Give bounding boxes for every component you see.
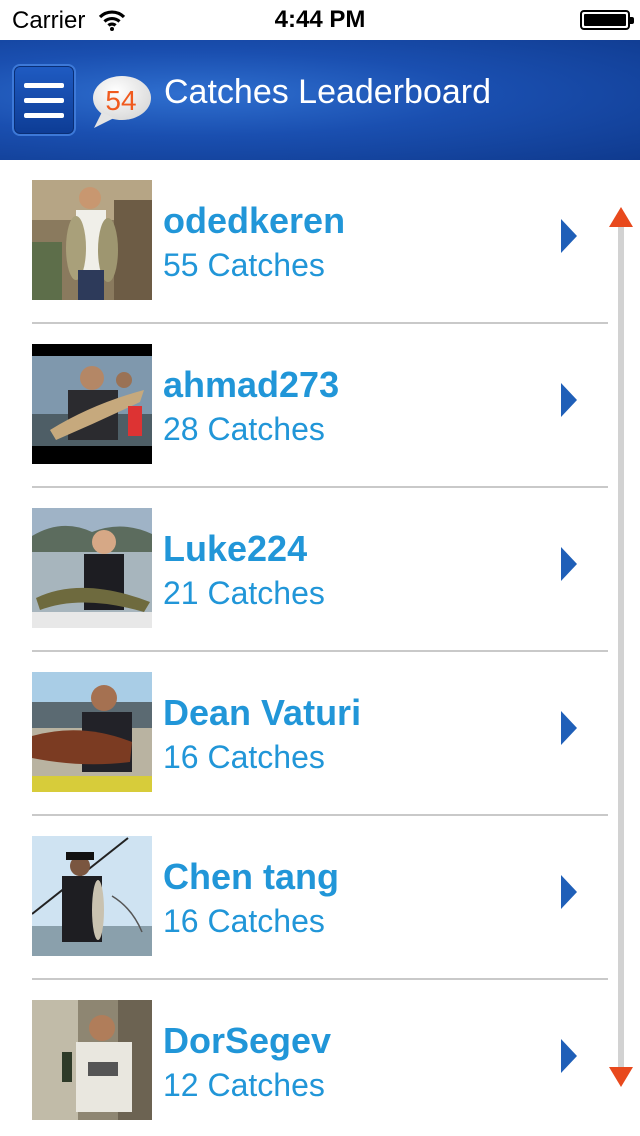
page-title: Catches Leaderboard bbox=[164, 73, 492, 111]
hamburger-menu-icon bbox=[24, 83, 64, 88]
user-avatar bbox=[32, 836, 152, 956]
username: ahmad273 bbox=[163, 364, 340, 405]
leaderboard-row[interactable]: odedkeren 55 Catches bbox=[0, 160, 608, 324]
leaderboard-row[interactable]: Chen tang 16 Catches bbox=[0, 816, 608, 980]
username: DorSegev bbox=[163, 1020, 332, 1061]
scroll-up-arrow-icon[interactable] bbox=[608, 206, 634, 228]
catch-total: 16 Catches bbox=[163, 739, 325, 775]
chevron-right-icon bbox=[561, 547, 577, 581]
leaderboard-list[interactable]: odedkeren 55 Catches ahmad273 28 Catches bbox=[0, 160, 640, 1136]
leaderboard-row[interactable]: Dean Vaturi 16 Catches bbox=[0, 652, 608, 816]
chevron-right-icon bbox=[561, 383, 577, 417]
chevron-right-icon bbox=[561, 875, 577, 909]
user-avatar bbox=[32, 672, 152, 792]
catch-total: 16 Catches bbox=[163, 903, 325, 939]
chevron-right-icon bbox=[561, 219, 577, 253]
scroll-track[interactable] bbox=[618, 220, 624, 1072]
status-bar: Carrier 4:44 PM bbox=[0, 0, 640, 40]
leaderboard-row[interactable]: ahmad273 28 Catches bbox=[0, 324, 608, 488]
username: Luke224 bbox=[163, 528, 308, 569]
username: odedkeren bbox=[163, 200, 346, 241]
leaderboard-row[interactable]: Luke224 21 Catches bbox=[0, 488, 608, 652]
clock: 4:44 PM bbox=[274, 6, 366, 33]
leaderboard-row[interactable]: DorSegev 12 Catches bbox=[0, 980, 608, 1136]
scroll-down-arrow-icon[interactable] bbox=[608, 1066, 634, 1088]
catch-count-badge: 54 bbox=[90, 74, 152, 130]
user-avatar bbox=[32, 180, 152, 300]
catch-count: 54 bbox=[105, 85, 137, 116]
user-avatar bbox=[32, 344, 152, 464]
catch-total: 28 Catches bbox=[163, 411, 325, 447]
catch-total: 21 Catches bbox=[163, 575, 325, 611]
catch-total: 12 Catches bbox=[163, 1067, 325, 1103]
chevron-right-icon bbox=[561, 711, 577, 745]
nav-bar: 54 Catches Leaderboard bbox=[0, 40, 640, 160]
menu-button[interactable] bbox=[12, 64, 76, 136]
user-avatar bbox=[32, 1000, 152, 1120]
user-avatar bbox=[32, 508, 152, 628]
username: Dean Vaturi bbox=[163, 692, 362, 733]
chevron-right-icon bbox=[561, 1039, 577, 1073]
username: Chen tang bbox=[163, 856, 339, 897]
catch-total: 55 Catches bbox=[163, 247, 325, 283]
battery-icon bbox=[580, 10, 634, 30]
